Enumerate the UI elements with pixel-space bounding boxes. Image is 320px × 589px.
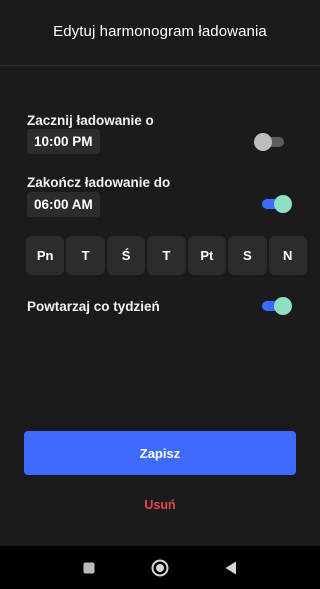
repeat-weekly-label: Powtarzaj co tydzień	[27, 299, 160, 314]
system-navigation-bar	[0, 546, 320, 589]
end-charging-toggle[interactable]	[258, 194, 292, 214]
toggle-thumb	[254, 133, 272, 151]
page-title: Edytuj harmonogram ładowania	[53, 23, 267, 40]
day-button-saturday[interactable]: S	[228, 236, 267, 275]
day-button-friday[interactable]: Pt	[187, 236, 227, 275]
save-button[interactable]: Zapisz	[24, 431, 296, 475]
delete-button[interactable]: Usuń	[0, 498, 320, 516]
start-charging-label: Zacznij ładowanie o	[27, 113, 154, 128]
day-button-monday[interactable]: Pn	[26, 236, 65, 275]
toggle-thumb	[274, 297, 292, 315]
charging-schedule-screen: Edytuj harmonogram ładowania Zacznij ład…	[0, 0, 320, 589]
recents-square-icon[interactable]	[78, 546, 100, 589]
header: Edytuj harmonogram ładowania	[0, 0, 320, 66]
home-circle-icon[interactable]	[148, 546, 172, 589]
end-time-picker[interactable]: 06:00 AM	[27, 192, 100, 217]
end-charging-label: Zakończ ładowanie do	[27, 175, 171, 190]
back-triangle-icon[interactable]	[220, 546, 242, 589]
day-button-thursday[interactable]: T	[147, 236, 186, 275]
day-button-sunday[interactable]: N	[268, 236, 307, 275]
day-button-tuesday[interactable]: T	[66, 236, 105, 275]
toggle-thumb	[274, 195, 292, 213]
day-button-wednesday[interactable]: Ś	[106, 236, 146, 275]
repeat-weekly-toggle[interactable]	[258, 296, 292, 316]
start-time-picker[interactable]: 10:00 PM	[27, 129, 100, 154]
start-charging-toggle[interactable]	[254, 132, 288, 152]
day-selector: Pn T Ś T Pt S N	[26, 236, 307, 275]
